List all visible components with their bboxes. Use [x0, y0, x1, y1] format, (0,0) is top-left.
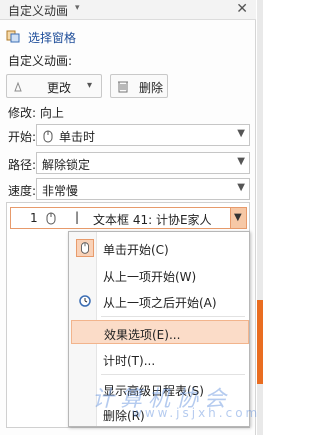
menu-item-label: 效果选项(E)... [104, 328, 181, 342]
watermark-url: www.jsjxh.com [132, 406, 261, 420]
path-value: 解除锁定 [42, 158, 91, 172]
mouse-click-icon [46, 212, 56, 225]
pane-menu-caret-icon[interactable]: ▾ [75, 3, 80, 13]
animation-order-number: 1 [30, 211, 38, 225]
pane-titlebar: 自定义动画 ▾ ✕ [0, 0, 256, 20]
menu-separator [101, 374, 245, 375]
side-accent-bar [257, 300, 263, 384]
selection-pane-label: 选择窗格 [28, 31, 77, 45]
start-select[interactable]: 单击时 ▼ [36, 124, 250, 146]
speed-label: 速度: [8, 184, 37, 198]
menu-separator [101, 316, 245, 317]
pane-title: 自定义动画 [8, 4, 69, 18]
start-value: 单击时 [59, 130, 96, 144]
path-dropdown-icon: ▼ [237, 156, 245, 167]
menu-item-effect-options[interactable]: 效果选项(E)... [71, 320, 249, 344]
menu-item-start-on-click[interactable]: 单击开始(C) [71, 236, 249, 260]
change-dropdown-icon: ▾ [87, 80, 93, 91]
clock-icon [79, 295, 91, 307]
modify-label: 修改: 向上 [8, 106, 64, 120]
menu-item-label: 计时(T)... [103, 354, 156, 368]
mouse-click-icon [76, 239, 94, 257]
menu-item-label: 从上一项之后开始(A) [103, 296, 217, 310]
animation-item-text: 文本框 41: 计协E家人 [93, 213, 212, 227]
speed-value: 非常慢 [42, 184, 79, 198]
speed-select[interactable]: 非常慢 ▼ [36, 178, 250, 200]
change-button[interactable]: 更改 ▾ [6, 74, 102, 98]
menu-item-timing[interactable]: 计时(T)... [71, 347, 249, 371]
animation-type-marker: | [75, 210, 80, 224]
delete-button[interactable]: 删除 [110, 74, 168, 98]
change-button-label: 更改 [47, 81, 72, 95]
path-select[interactable]: 解除锁定 ▼ [36, 152, 250, 174]
selection-pane-icon [6, 30, 20, 43]
change-effect-icon [14, 81, 22, 92]
trash-icon [118, 81, 128, 93]
menu-item-after-previous[interactable]: 从上一项之后开始(A) [71, 289, 249, 313]
close-icon[interactable]: ✕ [236, 1, 248, 17]
speed-dropdown-icon: ▼ [237, 182, 245, 193]
mouse-click-icon [43, 130, 53, 143]
animation-item-dropdown-button[interactable]: ▼ [230, 208, 246, 228]
custom-animation-label: 自定义动画: [8, 54, 73, 68]
animation-list-item[interactable]: 1 | 文本框 41: 计协E家人 ▼ [10, 207, 247, 229]
custom-animation-pane: 自定义动画 ▾ ✕ 选择窗格 自定义动画: 更改 ▾ 删除 修改: 向上 开始: [0, 0, 256, 435]
menu-item-with-previous[interactable]: 从上一项开始(W) [71, 263, 249, 287]
menu-item-label: 从上一项开始(W) [103, 270, 197, 284]
start-label: 开始: [8, 130, 37, 144]
start-dropdown-icon: ▼ [237, 128, 245, 139]
delete-button-label: 删除 [139, 81, 164, 95]
path-label: 路径: [8, 158, 37, 172]
menu-item-label: 单击开始(C) [103, 243, 169, 257]
chevron-down-icon: ▼ [234, 212, 242, 223]
